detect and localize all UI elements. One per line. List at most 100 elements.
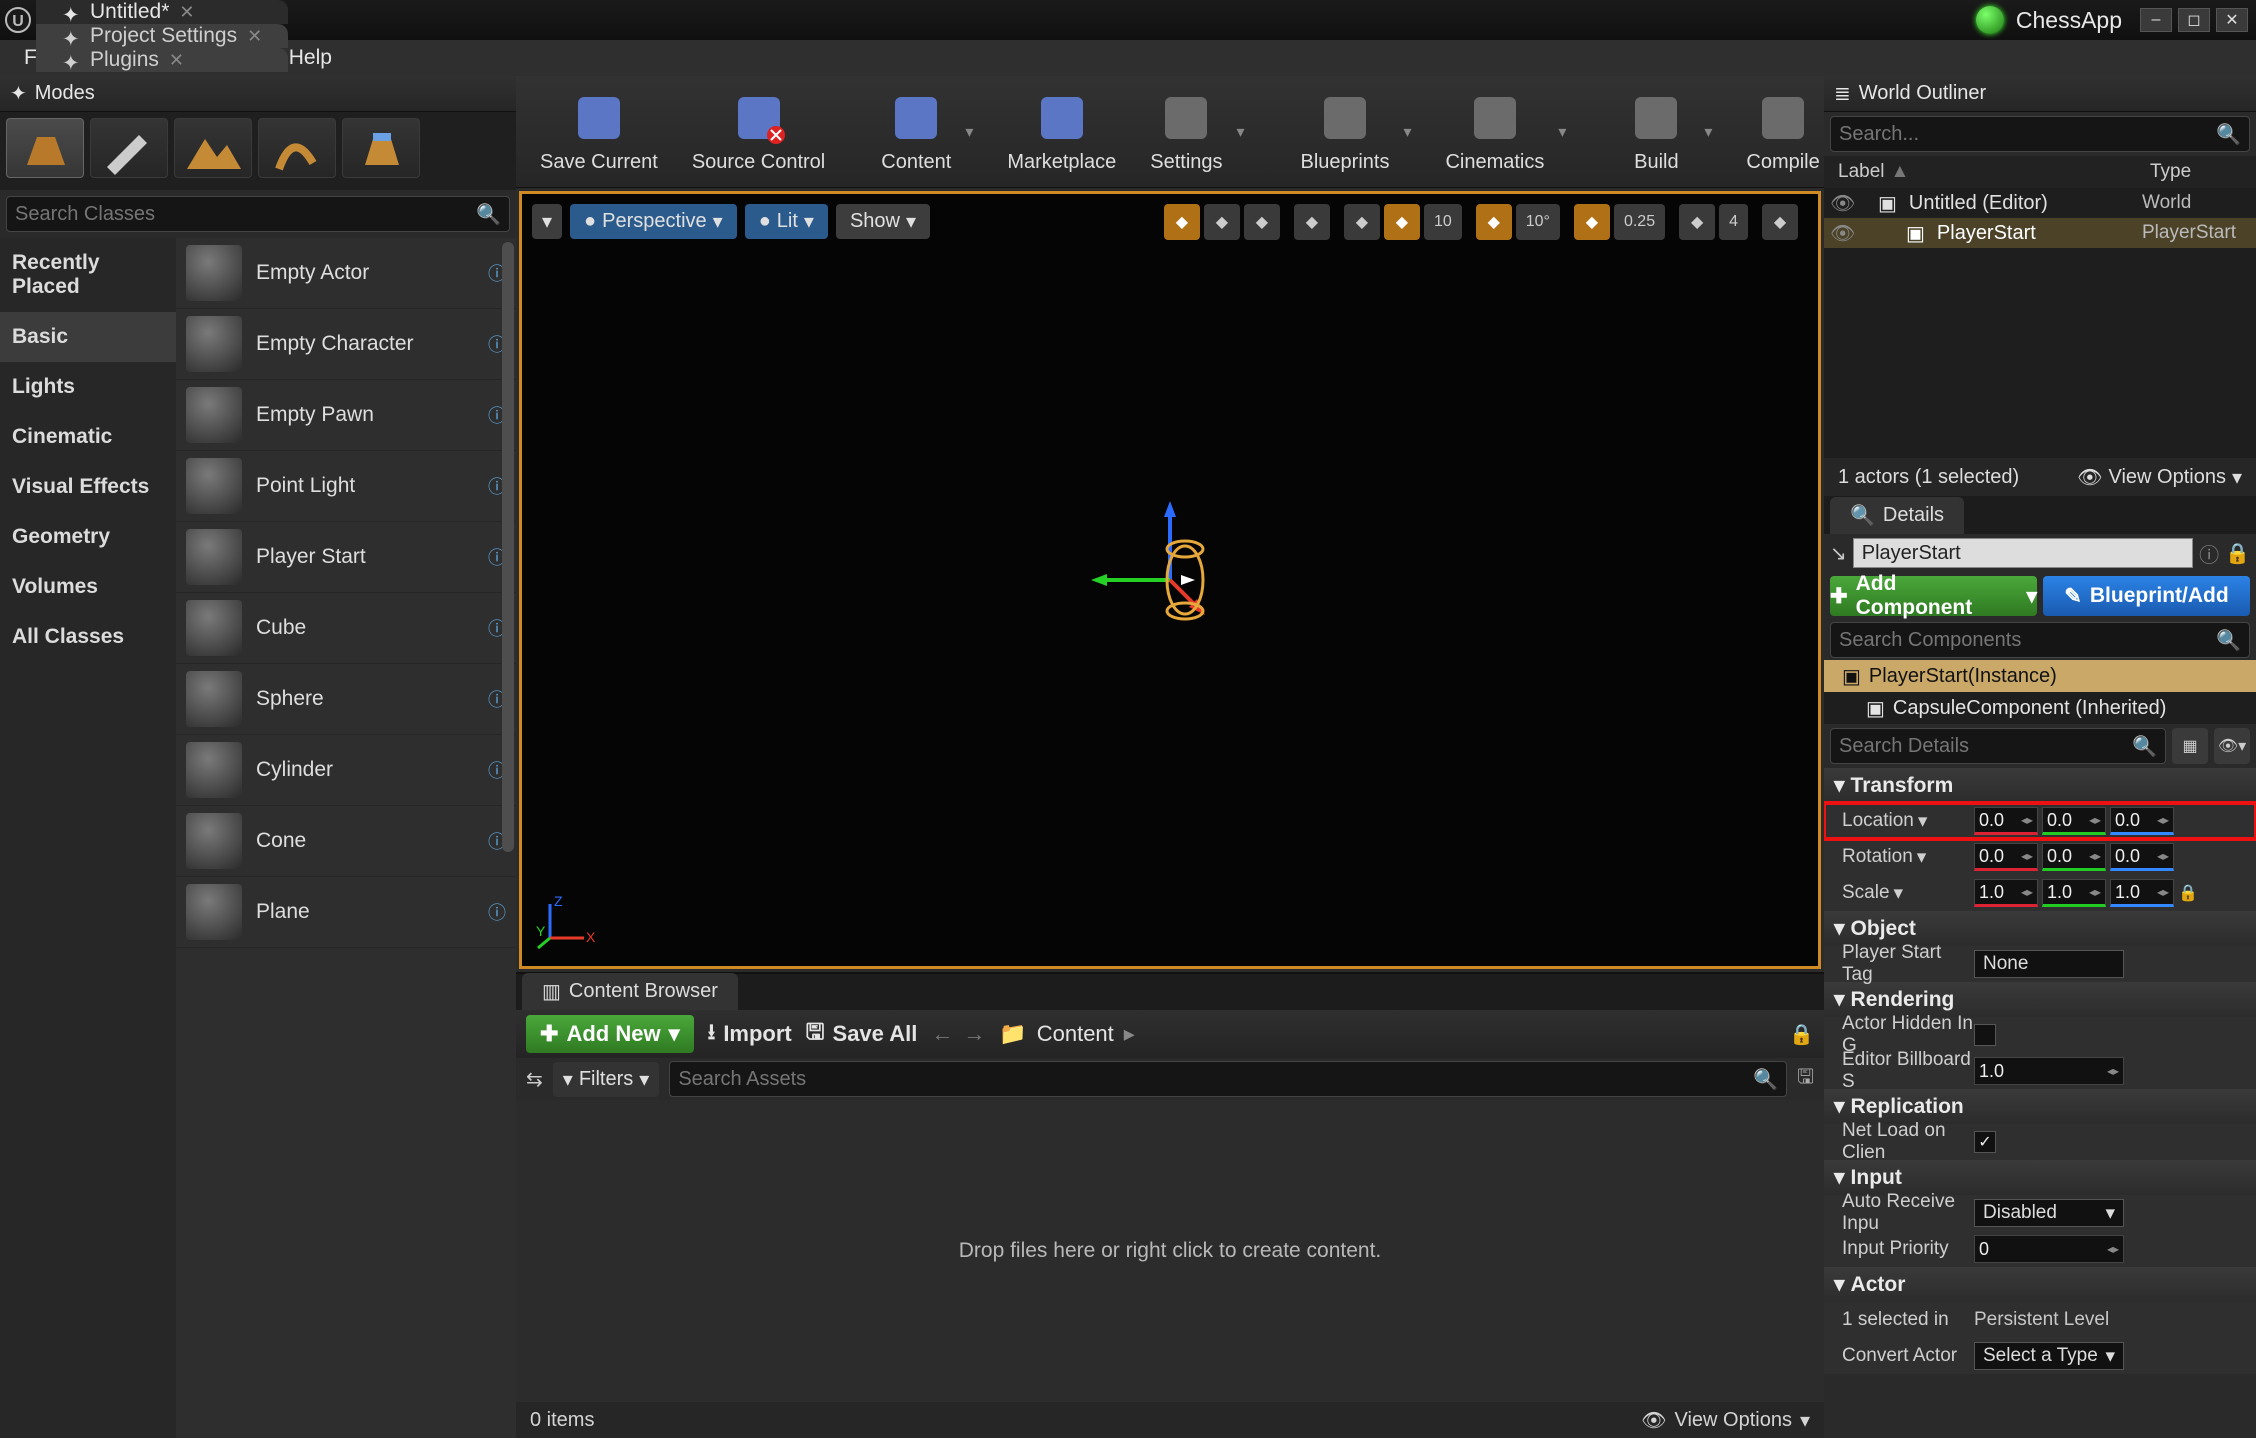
toolbar-blueprints[interactable]: Blueprints [1287, 82, 1404, 182]
section-header-input[interactable]: ▾ Input [1824, 1160, 2256, 1195]
scale-x-input[interactable]: 1.0◂▸ [1974, 879, 2038, 907]
viewport-options-button[interactable]: ▾ [532, 204, 562, 239]
player-start-tag-input[interactable]: None [1974, 950, 2124, 978]
place-category[interactable]: Basic [0, 312, 176, 362]
minimize-button[interactable]: – [2140, 8, 2172, 32]
outliner-col-type[interactable]: Type [2142, 161, 2256, 183]
rotate-icon[interactable]: ◆ [1204, 204, 1240, 240]
section-header-rendering[interactable]: ▾ Rendering [1824, 982, 2256, 1017]
toolbar-compile[interactable]: Compile [1732, 82, 1833, 182]
viewport-lit-button[interactable]: ● Lit ▾ [745, 204, 828, 239]
place-category[interactable]: Geometry [0, 512, 176, 562]
save-all-button[interactable]: 🖫 Save All [806, 1015, 918, 1053]
title-tab[interactable]: ✦Plugins✕ [36, 48, 288, 72]
filters-button[interactable]: ▾ Filters ▾ [553, 1062, 660, 1097]
location-x-input[interactable]: 0.0◂▸ [1974, 807, 2038, 835]
toolbar-dropdown[interactable]: ▾ [1704, 82, 1726, 182]
world-outliner-header[interactable]: ≣ World Outliner [1824, 76, 2256, 112]
rotation-x-input[interactable]: 0.0◂▸ [1974, 843, 2038, 871]
viewport-perspective-button[interactable]: ● Perspective ▾ [570, 204, 737, 239]
search-assets-input[interactable]: 🔍 [669, 1061, 1787, 1097]
place-category[interactable]: Volumes [0, 562, 176, 612]
cb-sources-toggle[interactable]: ⇆ [526, 1067, 543, 1092]
actor-name-input[interactable] [1853, 538, 2193, 568]
nav-back-button[interactable]: ← [931, 1021, 953, 1047]
cb-path[interactable]: 📁 Content ▸ [999, 1021, 1135, 1047]
content-browser-tab[interactable]: ▥ Content Browser [522, 973, 738, 1010]
net-load-checkbox[interactable]: ✓ [1974, 1131, 1996, 1153]
viewport-value[interactable]: 4 [1719, 204, 1748, 240]
location-y-input[interactable]: 0.0◂▸ [2042, 807, 2106, 835]
help-icon[interactable]: ⓘ [2199, 539, 2219, 568]
section-header-transform[interactable]: ▾ Transform [1824, 768, 2256, 803]
place-item[interactable]: Player Startⓘ [176, 522, 516, 593]
toolbar-content[interactable]: Content [867, 82, 965, 182]
outliner-search-input[interactable]: 🔍 [1830, 116, 2250, 152]
scale-snap-icon[interactable]: ◆ [1574, 204, 1610, 240]
cb-save-icon[interactable]: 🖫 [1797, 1062, 1814, 1096]
section-header-object[interactable]: ▾ Object [1824, 911, 2256, 946]
details-matrix-icon[interactable]: ▦ [2172, 728, 2208, 764]
lock-scale-icon[interactable]: 🔒 [2178, 883, 2198, 903]
place-list-scrollbar[interactable] [502, 242, 514, 852]
toolbar-marketplace[interactable]: Marketplace [993, 82, 1130, 182]
close-tab-icon[interactable]: ✕ [179, 2, 194, 23]
player-start-gizmo[interactable] [1085, 495, 1255, 665]
place-category[interactable]: Cinematic [0, 412, 176, 462]
modes-panel-header[interactable]: ✦ Modes [0, 76, 516, 112]
place-item[interactable]: Cylinderⓘ [176, 735, 516, 806]
place-item[interactable]: Point Lightⓘ [176, 451, 516, 522]
place-item[interactable]: Empty Characterⓘ [176, 309, 516, 380]
toolbar-dropdown[interactable]: ▾ [1403, 82, 1425, 182]
rotation-z-input[interactable]: 0.0◂▸ [2110, 843, 2174, 871]
place-item[interactable]: Sphereⓘ [176, 664, 516, 735]
import-button[interactable]: ⭳ Import [708, 1015, 792, 1053]
toolbar-save-current[interactable]: Save Current [526, 82, 672, 182]
section-header-replication[interactable]: ▾ Replication [1824, 1089, 2256, 1124]
close-tab-icon[interactable]: ✕ [169, 50, 184, 71]
globe-icon[interactable]: ◆ [1294, 204, 1330, 240]
search-details-input[interactable]: 🔍 [1830, 728, 2166, 764]
toolbar-settings[interactable]: Settings [1136, 82, 1236, 182]
place-category[interactable]: Visual Effects [0, 462, 176, 512]
place-item[interactable]: Empty Actorⓘ [176, 238, 516, 309]
outliner-row[interactable]: 👁▣Untitled (Editor)World [1824, 188, 2256, 218]
toolbar-dropdown[interactable]: ▾ [1558, 82, 1580, 182]
search-classes-input[interactable]: 🔍 [6, 196, 510, 232]
outliner-row[interactable]: 👁▣PlayerStartPlayerStart [1824, 218, 2256, 248]
mode-place-button[interactable] [6, 118, 84, 178]
lock-icon[interactable]: 🔒 [2225, 541, 2250, 566]
title-tab[interactable]: ✦Untitled*✕ [36, 0, 288, 24]
angle-snap-icon[interactable]: ◆ [1476, 204, 1512, 240]
actor-hidden-checkbox[interactable] [1974, 1024, 1996, 1046]
lock-icon[interactable]: 🔒 [1789, 1022, 1814, 1047]
toolbar-dropdown[interactable]: ▾ [965, 82, 987, 182]
place-category[interactable]: Lights [0, 362, 176, 412]
maximize-button[interactable]: ◻ [2178, 8, 2210, 32]
title-tab[interactable]: ✦Project Settings✕ [36, 24, 288, 48]
surface-snap-icon[interactable]: ◆ [1344, 204, 1380, 240]
scale-z-input[interactable]: 1.0◂▸ [2110, 879, 2174, 907]
visibility-icon[interactable]: 👁 [1830, 221, 1854, 246]
auto-receive-input-dropdown[interactable]: Disabled▾ [1974, 1199, 2124, 1227]
camera-speed-icon[interactable]: ◆ [1679, 204, 1715, 240]
grid-snap-icon[interactable]: ◆ [1384, 204, 1420, 240]
maximize-icon[interactable]: ◆ [1762, 204, 1798, 240]
close-button[interactable]: ✕ [2216, 8, 2248, 32]
toolbar-cinematics[interactable]: Cinematics [1431, 82, 1558, 182]
search-components-input[interactable]: 🔍 [1830, 622, 2250, 658]
content-browser-body[interactable]: Drop files here or right click to create… [516, 1100, 1824, 1402]
visibility-icon[interactable]: 👁 [1830, 191, 1854, 216]
scale-icon[interactable]: ◆ [1244, 204, 1280, 240]
input-priority-input[interactable]: 0◂▸ [1974, 1235, 2124, 1263]
place-category[interactable]: Recently Placed [0, 238, 176, 312]
section-header-actor[interactable]: ▾ Actor [1824, 1267, 2256, 1302]
close-tab-icon[interactable]: ✕ [247, 26, 262, 47]
convert-actor-dropdown[interactable]: Select a Type▾ [1974, 1342, 2124, 1370]
place-category[interactable]: All Classes [0, 612, 176, 662]
place-item[interactable]: Empty Pawnⓘ [176, 380, 516, 451]
billboard-scale-input[interactable]: 1.0◂▸ [1974, 1057, 2124, 1085]
place-item[interactable]: Planeⓘ [176, 877, 516, 948]
viewport[interactable]: ▾ ● Perspective ▾ ● Lit ▾ Show ▾ ◆◆◆◆◆◆1… [519, 191, 1821, 969]
mode-foliage-button[interactable] [258, 118, 336, 178]
